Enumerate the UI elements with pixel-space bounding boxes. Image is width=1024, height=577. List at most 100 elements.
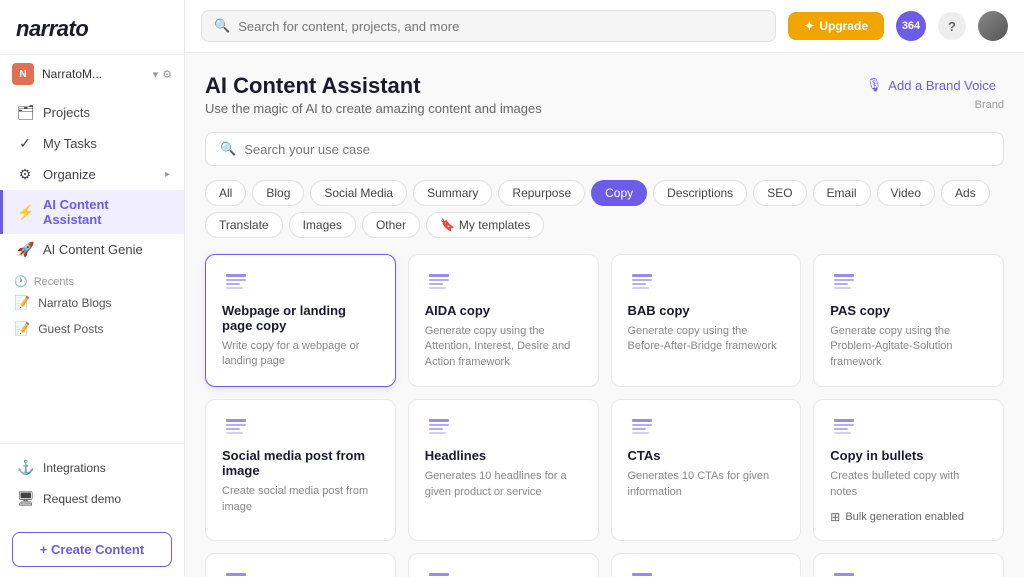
create-content-button[interactable]: + Create Content [12,532,172,567]
sidebar-item-label: Organize [43,167,96,182]
recents-item-label: Guest Posts [38,322,103,336]
card-bab[interactable]: BAB copy Generate copy using the Before-… [611,254,802,387]
bulk-label: Bulk generation enabled [845,511,964,523]
filter-email[interactable]: Email [813,180,871,206]
card-ctas[interactable]: CTAs Generates 10 CTAs for given informa… [611,399,802,541]
filter-all[interactable]: All [205,180,246,206]
card-icon [222,416,250,438]
card-webpage-copy[interactable]: Webpage or landing page copy Write copy … [205,254,396,387]
card-aida[interactable]: AIDA copy Generate copy using the Attent… [408,254,599,387]
page-title-group: AI Content Assistant Use the magic of AI… [205,73,542,116]
card-icon [628,416,656,438]
card-brochure[interactable]: Brochure [611,553,802,577]
user-avatar[interactable] [978,11,1008,41]
card-icon [628,271,656,293]
card-title: AIDA copy [425,303,582,318]
filter-row: All Blog Social Media Summary Repurpose … [205,180,1004,238]
sidebar-item-label: Request demo [43,492,121,506]
recents-item-guest[interactable]: 📝 Guest Posts [0,316,184,342]
card-icon [222,271,250,293]
card-desc: Generate copy using the Attention, Inter… [425,324,582,370]
card-title: BAB copy [628,303,785,318]
card-icon [425,416,453,438]
filter-images[interactable]: Images [289,212,356,238]
card-seo-meta[interactable]: SEO meta description [408,553,599,577]
cards-grid: Webpage or landing page copy Write copy … [205,254,1004,577]
card-social-image[interactable]: Social media post from image Create soci… [205,399,396,541]
sidebar-item-label: AI Content Assistant [43,197,170,227]
filter-descriptions[interactable]: Descriptions [653,180,747,206]
filter-seo[interactable]: SEO [753,180,806,206]
filter-other[interactable]: Other [362,212,420,238]
blog-icon: 📝 [14,321,30,337]
notification-badge[interactable]: 364 [896,11,926,41]
clock-icon: 🕐 [14,275,28,288]
avatar-image [978,11,1008,41]
card-desc: Write copy for a webpage or landing page [222,339,379,370]
card-desc: Creates bulleted copy with notes [830,469,987,500]
filter-social[interactable]: Social Media [310,180,407,206]
sidebar-item-organize[interactable]: ⚙ Organize ▸ [0,159,184,190]
filter-ads[interactable]: Ads [941,180,990,206]
recents-item-blogs[interactable]: 📝 Narrato Blogs [0,290,184,316]
chevron-down-icon[interactable]: ▾ [153,68,159,81]
card-title: Copy in bullets [830,448,987,463]
card-icon [425,271,453,293]
nav-items: 🗂 Projects ✓ My Tasks ⚙ Organize ▸ ⚡ AI … [0,93,184,443]
settings-icon[interactable]: ⚙ [162,68,172,81]
card-customer-case[interactable]: Customer case study [205,553,396,577]
workspace-avatar: N [12,63,34,85]
add-brand-voice-button[interactable]: 🎙 Add a Brand Voice [858,73,1004,97]
card-icon [830,570,858,577]
card-short-ad[interactable]: Short Ad Copy [813,553,1004,577]
blog-icon: 📝 [14,295,30,311]
templates-label: My templates [459,218,530,232]
help-button[interactable]: ? [938,12,966,40]
sidebar-item-request-demo[interactable]: 🖥 Request demo [0,483,184,514]
card-icon [222,570,250,577]
sidebar-item-integrations[interactable]: ⚓ Integrations [0,452,184,483]
card-title: CTAs [628,448,785,463]
bookmark-icon: 🔖 [440,218,455,232]
card-headlines[interactable]: Headlines Generates 10 headlines for a g… [408,399,599,541]
card-copy-bullets[interactable]: Copy in bullets Creates bulleted copy wi… [813,399,1004,541]
sidebar-item-label: Integrations [43,461,106,475]
card-icon [628,570,656,577]
brand-voice-label: Add a Brand Voice [888,78,996,93]
sidebar-item-ai-assistant[interactable]: ⚡ AI Content Assistant [0,190,184,234]
anchor-icon: ⚓ [17,459,33,476]
filter-repurpose[interactable]: Repurpose [498,180,585,206]
projects-icon: 🗂 [17,104,33,121]
tasks-icon: ✓ [17,135,33,152]
filter-my-templates[interactable]: 🔖 My templates [426,212,544,238]
filter-translate[interactable]: Translate [205,212,283,238]
sidebar: narrato N NarratoM... ▾ ⚙ 🗂 Projects ✓ M… [0,0,185,577]
page-title: AI Content Assistant [205,73,542,99]
card-title: Headlines [425,448,582,463]
global-search-box[interactable]: 🔍 [201,10,776,42]
filter-copy[interactable]: Copy [591,180,647,206]
sidebar-item-label: AI Content Genie [43,242,143,257]
filter-blog[interactable]: Blog [252,180,304,206]
content-area: AI Content Assistant Use the magic of AI… [185,53,1024,577]
sidebar-item-tasks[interactable]: ✓ My Tasks [0,128,184,159]
filter-summary[interactable]: Summary [413,180,492,206]
filter-video[interactable]: Video [877,180,935,206]
search-usecase-box[interactable]: 🔍 [205,132,1004,166]
sidebar-item-label: Projects [43,105,90,120]
global-search-input[interactable] [238,19,763,34]
recents-item-label: Narrato Blogs [38,296,111,310]
search-usecase-input[interactable] [244,142,989,157]
brand-voice-area: 🎙 Add a Brand Voice Brand [858,73,1004,111]
upgrade-button[interactable]: ✦ Upgrade [788,12,884,40]
workspace-selector[interactable]: N NarratoM... ▾ ⚙ [0,55,184,93]
card-pas[interactable]: PAS copy Generate copy using the Problem… [813,254,1004,387]
sidebar-item-ai-genie[interactable]: 🚀 AI Content Genie [0,234,184,265]
rocket-icon: 🚀 [17,241,33,258]
page-header: AI Content Assistant Use the magic of AI… [205,73,1004,116]
card-title: Social media post from image [222,448,379,478]
card-icon [425,570,453,577]
sidebar-item-projects[interactable]: 🗂 Projects [0,97,184,128]
topbar: 🔍 ✦ Upgrade 364 ? [185,0,1024,53]
bulk-badge: ⊞ Bulk generation enabled [830,510,987,524]
